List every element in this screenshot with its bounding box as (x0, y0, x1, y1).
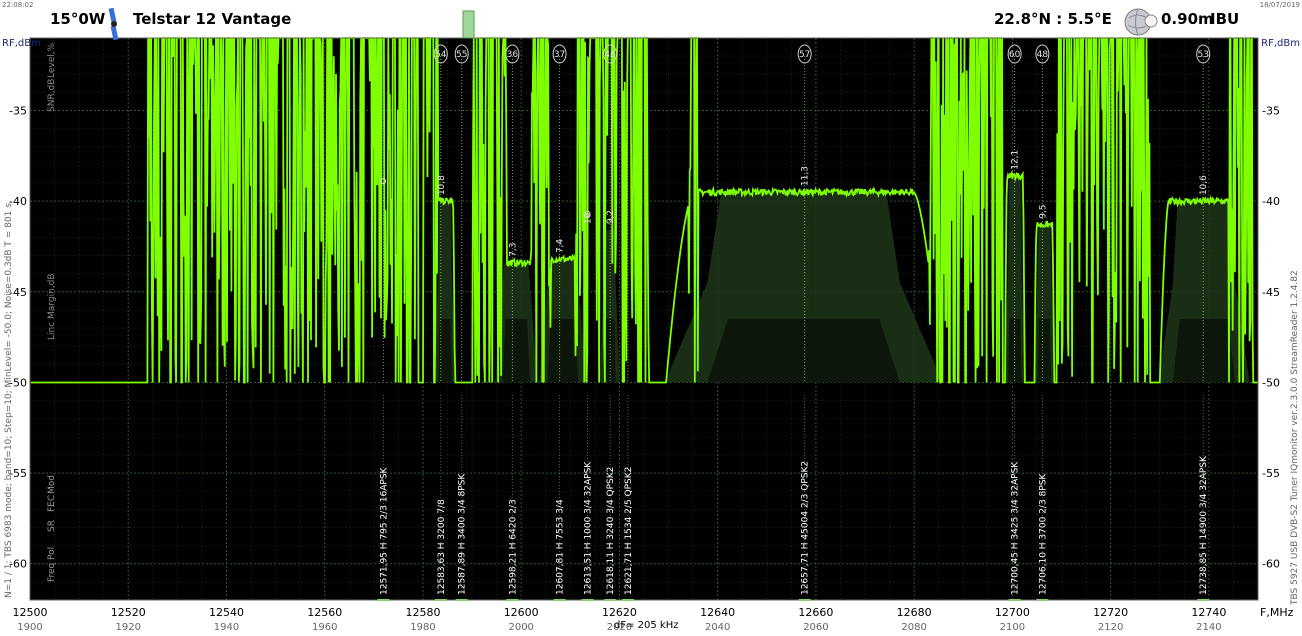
y-tick-right: -60 (1262, 558, 1280, 571)
channel-number: 37 (554, 50, 565, 60)
channel-number: 57 (799, 50, 810, 60)
carrier-fill-inner (1037, 319, 1052, 383)
x-tick-if: 2000 (508, 622, 533, 633)
x-tick-freq: 12740 (1191, 606, 1226, 619)
dish-size: 0.90m (1161, 10, 1214, 28)
x-tick-if: 2080 (901, 622, 926, 633)
channel-number: 55 (456, 50, 467, 60)
x-tick-freq: 12520 (111, 606, 146, 619)
y-tick-right: -45 (1262, 286, 1280, 299)
x-tick-freq: 12620 (602, 606, 637, 619)
channel-number: 60 (1009, 50, 1021, 60)
x-tick-if: 1940 (214, 622, 239, 633)
channel-info-label: 12583,63 H 3200 7/8 (437, 499, 447, 595)
snr-label: 10,6 (1199, 175, 1209, 195)
x-axis-label: F,MHz (1260, 606, 1294, 619)
channel-info-label: 12571,95 H 795 2/3 16APSK (379, 466, 389, 595)
left-axis-label: SNR,dB (47, 79, 57, 112)
carrier-fill-inner (438, 319, 452, 383)
channel-info-label: 12587,89 H 3400 3/4 8PSK (458, 473, 468, 595)
x-tick-if: 2140 (1196, 622, 1221, 633)
x-tick-freq: 12640 (700, 606, 735, 619)
spectrum-chart: 12571,95 H 795 2/3 16APSK 54 10,8 12583,63 … (0, 0, 1302, 636)
y-tick-right: -35 (1262, 105, 1280, 118)
x-tick-freq: 12700 (995, 606, 1030, 619)
channel-number: 46 (604, 50, 616, 60)
x-tick-if: 1960 (312, 622, 337, 633)
channel-number: 53 (1198, 50, 1209, 60)
snr-label: 11,3 (801, 166, 811, 186)
row-label: FEC (47, 495, 57, 512)
channel-number: 48 (1037, 50, 1049, 60)
channel-number: 36 (507, 50, 519, 60)
x-tick-freq: 12540 (209, 606, 244, 619)
satellite-position[interactable]: 15°0W (50, 10, 105, 28)
snr-label: 9,2 (606, 210, 616, 224)
satellite-icon[interactable] (104, 6, 124, 42)
snr-label: 9,5 (1038, 204, 1048, 218)
snr-label: 7,4 (556, 239, 566, 254)
globe-icon[interactable] (1124, 4, 1158, 38)
y-axis-label-left: RF,dBm (2, 38, 41, 49)
scroll-indicator (462, 10, 475, 39)
carrier-fill-inner (502, 319, 531, 383)
left-axis-label: Level,% (47, 42, 57, 78)
side-text-right: TBS 5927 USB DVB-S2 Tuner IQmonitor ver.… (1290, 270, 1300, 606)
clock-time: 22:08:02 (2, 1, 34, 9)
left-axis-label: Linc Margin,dB (47, 273, 57, 340)
carrier-fill-inner (1173, 319, 1235, 383)
carrier-fill-inner (707, 319, 900, 383)
band-label: IBU (1210, 10, 1240, 28)
channel-info-label: 12657,71 H 45004 2/3 QPSK2 (801, 461, 811, 595)
x-tick-freq: 12680 (897, 606, 932, 619)
satellite-name[interactable]: Telstar 12 Vantage (133, 10, 291, 28)
row-label: SR (47, 520, 57, 532)
side-text-left: N=1 / 1; TBS 6983 mode; band=10; Step=10… (4, 203, 14, 598)
x-tick-if: 2120 (1098, 622, 1123, 633)
row-label: Freq (47, 563, 57, 582)
x-tick-if: 2100 (1000, 622, 1025, 633)
snr-label: 7,3 (508, 242, 518, 256)
row-label: Mod (47, 475, 57, 494)
channel-number: 54 (435, 50, 447, 60)
date-label: 18/07/2019 (1259, 1, 1300, 9)
x-tick-freq: 12560 (307, 606, 342, 619)
channel-info-label: 12621,71 H 1534 2/5 QPSK2 (624, 467, 634, 595)
row-label: Pol (47, 547, 57, 560)
x-tick-if: 2060 (803, 622, 828, 633)
channel-info-label: 12618,11 H 3240 3/4 QPSK2 (606, 467, 616, 595)
x-tick-if: 1900 (17, 622, 42, 633)
x-tick-freq: 12660 (798, 606, 833, 619)
x-tick-freq: 12720 (1093, 606, 1128, 619)
x-tick-freq: 12600 (504, 606, 539, 619)
x-tick-freq: 12500 (13, 606, 48, 619)
location-coords: 22.8°N : 5.5°E (994, 10, 1112, 28)
carrier-fill-inner (547, 319, 579, 383)
y-tick-right: -40 (1262, 195, 1280, 208)
channel-info-label: 12613,51 H 1000 3/4 32APSK (584, 461, 594, 595)
channel-info-label: 12598,21 H 6420 2/3 (508, 499, 518, 595)
y-axis-label-right: RF,dBm (1261, 38, 1300, 49)
x-tick-if: 2040 (705, 622, 730, 633)
channel-info-label: 12738,85 H 14900 3/4 32APSK (1199, 455, 1209, 595)
y-tick-right: -50 (1262, 376, 1280, 389)
x-tick-if: 1980 (410, 622, 435, 633)
channel-info-label: 12706,10 H 3700 2/3 8PSK (1038, 473, 1048, 595)
snr-label: 10,8 (437, 175, 447, 195)
x-tick-if: 1920 (116, 622, 141, 633)
x-tick-freq: 12580 (405, 606, 440, 619)
y-tick-right: -55 (1262, 467, 1280, 480)
channel-info-label: 12607,81 H 7553 3/4 (556, 499, 566, 595)
snr-label: 12,1 (1011, 150, 1021, 170)
y-tick-left: -35 (9, 105, 27, 118)
channel-info-label: 12700,45 H 3425 3/4 32APSK (1011, 461, 1021, 595)
delta-frequency: dF= 205 kHz (614, 620, 679, 631)
